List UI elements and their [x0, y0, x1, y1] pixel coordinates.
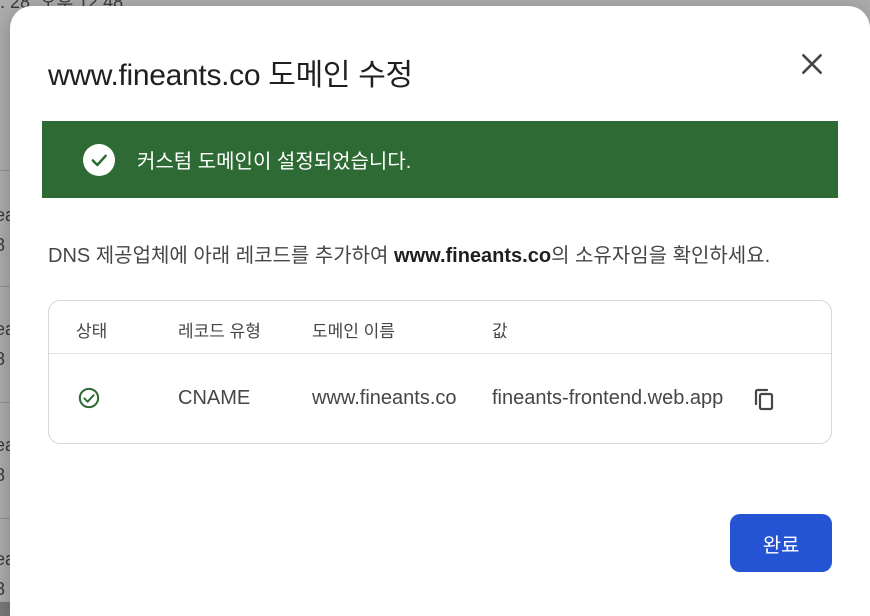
- domain-name-cell: www.fineants.co: [312, 387, 457, 409]
- close-button[interactable]: [794, 46, 830, 82]
- check-circle-outline-icon: [78, 387, 100, 409]
- done-button[interactable]: 완료: [730, 514, 832, 572]
- instruction-prefix: DNS 제공업체에 아래 레코드를 추가하여: [48, 245, 395, 267]
- edit-domain-dialog: www.fineants.co 도메인 수정 커스텀 도메인이 설정되었습니다.…: [10, 6, 870, 616]
- check-circle-icon: [83, 143, 115, 176]
- instruction-suffix: 의 소유자임을 확인하세요.: [551, 245, 771, 267]
- dialog-title: www.fineants.co 도메인 수정: [48, 59, 413, 92]
- copy-icon: [754, 388, 774, 411]
- header-status: 상태: [76, 322, 108, 341]
- copy-value-button[interactable]: [752, 386, 778, 414]
- header-value: 값: [492, 322, 508, 341]
- success-message: 커스텀 도메인이 설정되었습니다.: [137, 151, 412, 173]
- dns-records-table: 상태 레코드 유형 도메인 이름 값 CNAME www.fineants.co…: [48, 300, 832, 444]
- instruction-text: DNS 제공업체에 아래 레코드를 추가하여 www.fineants.co의 …: [48, 239, 770, 268]
- success-banner: 커스텀 도메인이 설정되었습니다.: [42, 121, 838, 198]
- record-type-cell: CNAME: [178, 387, 251, 409]
- close-icon: [802, 54, 822, 74]
- header-domain-name: 도메인 이름: [312, 322, 395, 341]
- table-header-row: 상태 레코드 유형 도메인 이름 값: [49, 301, 831, 354]
- value-cell: fineants-frontend.web.app: [492, 387, 724, 409]
- header-record-type: 레코드 유형: [178, 322, 261, 341]
- instruction-domain: www.fineants.co: [394, 245, 552, 267]
